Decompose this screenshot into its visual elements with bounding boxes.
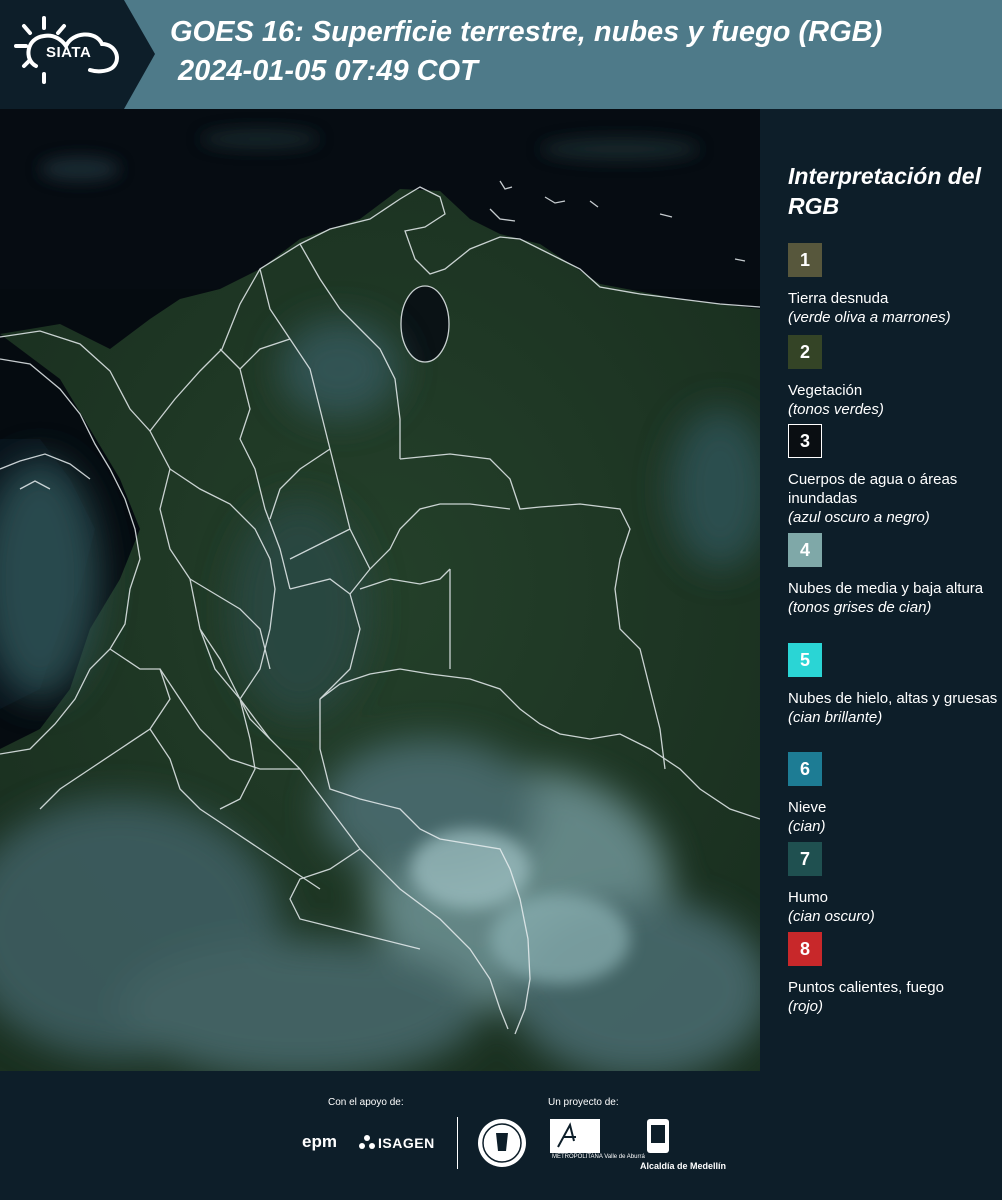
legend-item-name: Vegetación — [788, 382, 863, 399]
legend-item-vegetation: 2 Vegetación (tonos verdes) — [788, 335, 1002, 419]
legend-swatch: 4 — [788, 533, 822, 567]
epm-logo[interactable]: epm — [302, 1132, 337, 1152]
legend-swatch: 6 — [788, 752, 822, 786]
siata-logo[interactable]: SIATA — [0, 0, 155, 109]
legend-swatch: 2 — [788, 335, 822, 369]
header-banner: SIATA GOES 16: Superficie terrestre, nub… — [0, 0, 1002, 109]
legend-item-name: Nubes de media y baja altura — [788, 580, 984, 597]
legend-item-desc: (tonos grises de cian) — [788, 599, 932, 616]
legend-swatch: 5 — [788, 643, 822, 677]
legend-item-fire: 8 Puntos calientes, fuego (rojo) — [788, 932, 1002, 1016]
legend-item-water: 3 Cuerpos de agua o áreas inundadas (azu… — [788, 424, 1002, 527]
legend-item-desc: (tonos verdes) — [788, 401, 884, 418]
legend-swatch: 8 — [788, 932, 822, 966]
area-metropolitana-text: METROPOLITANA Valle de Aburrá — [552, 1154, 645, 1160]
satellite-map[interactable] — [0, 109, 760, 1071]
legend-title: Interpretación del RGB — [788, 163, 981, 219]
legend-swatch: 3 — [788, 424, 822, 458]
legend-item-name: Puntos calientes, fuego — [788, 979, 944, 996]
legend-item-smoke: 7 Humo (cian oscuro) — [788, 842, 1002, 926]
legend-item-desc: (rojo) — [788, 998, 824, 1015]
legend-item-ice-clouds: 5 Nubes de hielo, altas y gruesas (cian … — [788, 643, 1002, 727]
legend-item-bare-land: 1 Tierra desnuda (verde oliva a marrones… — [788, 243, 1002, 327]
isagen-logo-icon — [359, 1135, 375, 1149]
legend-item-desc: (verde oliva a marrones) — [788, 309, 951, 326]
legend-item-name: Tierra desnuda — [788, 290, 889, 307]
project-label: Un proyecto de: — [548, 1097, 619, 1108]
page-timestamp: 2024-01-05 07:49 COT — [178, 55, 478, 87]
legend-item-name: Nubes de hielo, altas y gruesas — [788, 690, 998, 707]
legend-item-desc: (azul oscuro a negro) — [788, 509, 930, 526]
legend-item-name: Humo — [788, 889, 829, 906]
siata-logo-text: SIATA — [46, 44, 92, 61]
legend-item-desc: (cian) — [788, 818, 826, 835]
map-divider — [760, 109, 774, 1071]
legend-item-snow: 6 Nieve (cian) — [788, 752, 1002, 836]
legend-swatch: 1 — [788, 243, 822, 277]
support-label: Con el apoyo de: — [328, 1097, 404, 1108]
satellite-image — [0, 109, 760, 1071]
seal-logo-icon[interactable] — [476, 1117, 528, 1169]
alcaldia-medellin-text: Alcaldía de Medellín — [640, 1161, 727, 1171]
footer: Con el apoyo de: Un proyecto de: epm ISA… — [0, 1071, 1002, 1200]
isagen-logo[interactable]: ISAGEN — [378, 1135, 435, 1151]
legend-item-name: Nieve — [788, 799, 827, 816]
legend-item-desc: (cian brillante) — [788, 709, 883, 726]
legend-item-name: Cuerpos de agua o áreas inundadas — [788, 471, 958, 507]
medellin-shield-icon[interactable] — [645, 1117, 671, 1155]
page-title: GOES 16: Superficie terrestre, nubes y f… — [170, 16, 883, 48]
legend-panel: Interpretación del RGB 1 Tierra desnuda … — [774, 109, 1002, 1071]
legend-item-desc: (cian oscuro) — [788, 908, 875, 925]
area-metropolitana-logo-icon[interactable] — [550, 1119, 600, 1153]
legend-swatch: 7 — [788, 842, 822, 876]
legend-item-low-clouds: 4 Nubes de media y baja altura (tonos gr… — [788, 533, 1002, 617]
footer-divider — [457, 1117, 458, 1169]
